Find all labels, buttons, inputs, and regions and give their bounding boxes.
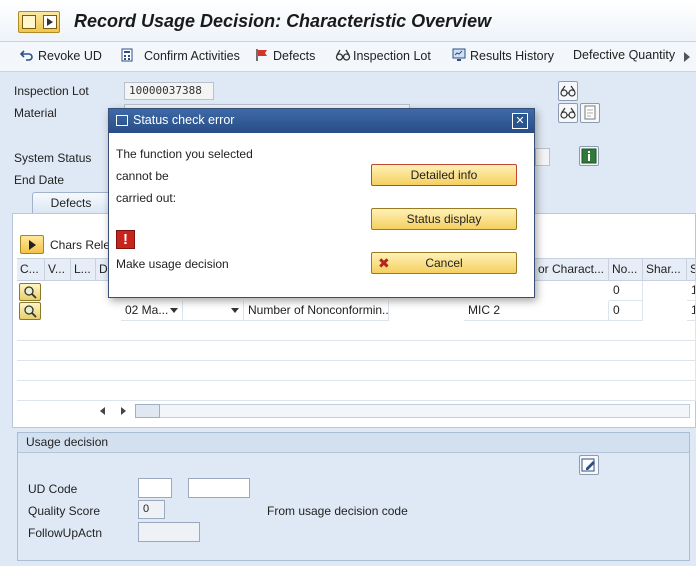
close-icon[interactable]: ✕ [512, 113, 528, 129]
defective-quantity-button[interactable]: Defective Quantity [573, 48, 675, 62]
column-header[interactable]: No... [609, 259, 643, 281]
info-icon [581, 148, 597, 164]
table-cell: 1 [687, 301, 696, 321]
page-title: Record Usage Decision: Characteristic Ov… [74, 11, 492, 31]
scroll-track[interactable] [135, 404, 690, 418]
quality-score-label: Quality Score [28, 504, 101, 518]
revoke-ud-label: Revoke UD [38, 49, 102, 63]
row-detail-button[interactable] [19, 302, 41, 320]
document-button[interactable] [580, 103, 600, 123]
toolbar-more-icon[interactable] [684, 52, 690, 62]
material-glasses-button[interactable] [558, 103, 578, 123]
inspection-lot-field[interactable]: 10000037388 [124, 82, 214, 100]
column-header[interactable]: L... [71, 259, 96, 281]
magnifier-icon [24, 286, 37, 299]
error-icon: ! [116, 230, 135, 249]
followup-action-field [138, 522, 200, 542]
ud-code-input[interactable] [138, 478, 172, 498]
title-bar: Record Usage Decision: Characteristic Ov… [0, 0, 696, 42]
scroll-left-icon[interactable] [100, 407, 105, 415]
status-info-button[interactable] [579, 146, 599, 166]
dialog-message-line: carried out: [116, 191, 177, 205]
detailed-info-button[interactable]: Detailed info [371, 164, 517, 186]
table-row [17, 341, 696, 361]
inspection-lot-button[interactable]: Inspection Lot [335, 48, 431, 63]
status-field[interactable] [535, 148, 550, 166]
table-cell[interactable]: 02 Ma... [121, 301, 183, 321]
table-cell: 1 [687, 281, 696, 301]
document-icon [584, 105, 596, 120]
table-cell: Number of Nonconformin... [244, 301, 389, 321]
cancel-button[interactable]: ✖ Cancel [371, 252, 517, 274]
application-toolbar: Revoke UD Confirm Activities Defects Ins… [0, 42, 696, 72]
edit-icon [581, 458, 595, 472]
table-cell: 0 [609, 281, 643, 301]
results-history-label: Results History [470, 49, 555, 63]
glasses-icon [560, 85, 576, 97]
defective-quantity-label: Defective Quantity [573, 48, 676, 62]
dialog-title-bar[interactable]: Status check error ✕ [109, 109, 534, 133]
scroll-thumb[interactable] [135, 404, 160, 418]
dialog-message-line: The function you selected [116, 147, 253, 161]
play-icon [29, 240, 36, 250]
ud-code-text-input[interactable] [188, 478, 250, 498]
flag-icon [255, 48, 269, 62]
followup-action-label: FollowUpActn [28, 526, 103, 540]
cancel-icon: ✖ [378, 255, 390, 271]
edit-long-text-button[interactable] [579, 455, 599, 475]
undo-icon [19, 48, 34, 62]
defects-button[interactable]: Defects [255, 48, 315, 63]
table-row [17, 361, 696, 381]
material-label: Material [14, 106, 57, 120]
dropdown-arrow-icon[interactable] [231, 308, 239, 313]
table-cell[interactable] [183, 301, 244, 321]
column-header[interactable]: Shar... [643, 259, 687, 281]
inspection-lot-label: Inspection Lot [14, 84, 89, 98]
chars-relevant-label: Chars Relev [50, 238, 117, 252]
status-display-button[interactable]: Status display [371, 208, 517, 230]
chars-relevant-button[interactable] [20, 235, 44, 254]
table-cell: MIC 2 [464, 301, 609, 321]
quality-score-note: From usage decision code [267, 504, 408, 518]
calculator-icon [120, 48, 134, 62]
dropdown-arrow-icon[interactable] [170, 308, 178, 313]
table-row [17, 381, 696, 401]
window-icon [116, 115, 128, 126]
glasses-icon [335, 48, 351, 62]
table-cell: 0 [609, 301, 643, 321]
confirm-activities-label: Confirm Activities [144, 49, 240, 63]
scroll-right-icon[interactable] [121, 407, 126, 415]
table-cell-text: 02 Ma... [125, 303, 169, 317]
row-detail-button[interactable] [19, 283, 41, 301]
cancel-label: Cancel [425, 256, 463, 270]
quality-score-field: 0 [138, 500, 165, 519]
grid-horizontal-scrollbar[interactable] [95, 403, 695, 419]
column-header[interactable]: C... [17, 259, 45, 281]
defects-label: Defects [273, 49, 316, 63]
dialog-title: Status check error [133, 113, 235, 127]
magnifier-icon [24, 305, 37, 318]
dialog-message-line: cannot be [116, 169, 169, 183]
end-date-label: End Date [14, 173, 65, 187]
revoke-ud-button[interactable]: Revoke UD [19, 48, 102, 63]
status-check-error-dialog: Status check error ✕ The function you se… [108, 108, 535, 298]
column-header[interactable]: S [687, 259, 696, 281]
monitor-icon [452, 48, 466, 62]
results-history-button[interactable]: Results History [452, 48, 554, 63]
glasses-icon [560, 107, 576, 119]
table-row [17, 321, 696, 341]
menu-icon[interactable] [18, 11, 60, 33]
confirm-activities-button[interactable]: Confirm Activities [120, 48, 240, 63]
dialog-detail-text: Make usage decision [116, 257, 229, 271]
ud-code-label: UD Code [28, 482, 78, 496]
tab-defects[interactable]: Defects [32, 192, 110, 214]
column-header[interactable]: V... [45, 259, 71, 281]
inspection-lot-glasses-button[interactable] [558, 81, 578, 101]
usage-decision-group: Usage decision UD Code Quality Score 0 F… [17, 432, 690, 561]
usage-decision-title: Usage decision [18, 433, 689, 453]
inspection-lot-label: Inspection Lot [353, 49, 431, 63]
system-status-label: System Status [14, 151, 92, 165]
